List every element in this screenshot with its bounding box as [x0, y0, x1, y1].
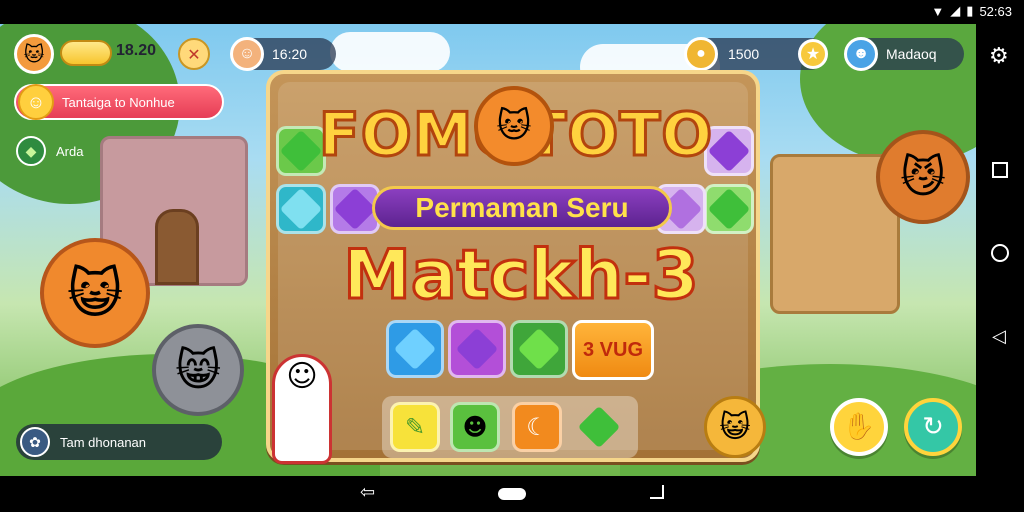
bottom-info-label: Tam dhonanan — [60, 434, 147, 450]
blue-gem-icon — [393, 327, 437, 371]
moon-icon: ☾ — [526, 413, 548, 441]
cloud — [330, 32, 450, 72]
gem-tile[interactable] — [704, 184, 754, 234]
gem-tile[interactable] — [386, 320, 444, 378]
swap-icon: ↻ — [922, 412, 944, 442]
hand-icon: ✋ — [842, 412, 876, 442]
player-score: 18.20 — [116, 42, 157, 59]
aside-item[interactable]: ◆ Arda — [16, 136, 83, 166]
swap-button[interactable]: ↻ — [904, 398, 962, 456]
booster-tile[interactable] — [574, 402, 624, 452]
cat-face-icon: 🐱 — [23, 42, 45, 66]
status-bar: ▼ ◢ ▮ 52:63 — [0, 0, 1024, 24]
booster-tile[interactable]: ☻ — [450, 402, 500, 452]
purple-gem-icon — [333, 187, 377, 231]
match3-badge: 3 VUG — [572, 320, 654, 380]
gem-icon: ◆ — [16, 136, 46, 166]
close-button[interactable]: ✕ — [178, 38, 210, 70]
smiley-icon: ☺ — [18, 84, 54, 120]
blue-gem-icon — [279, 187, 323, 231]
circle-icon[interactable] — [991, 244, 1009, 262]
square-icon[interactable] — [992, 162, 1008, 178]
leaf-icon: ✎ — [404, 413, 426, 441]
quest-banner[interactable]: ☺ Tantaiga to Nonhue — [14, 84, 224, 120]
booster-tile[interactable]: ✎ — [390, 402, 440, 452]
arrow-left-icon[interactable]: ⇦ — [360, 482, 375, 503]
profile-name: Madaoq — [886, 46, 937, 62]
green-gem-icon — [707, 187, 751, 231]
logo-subtitle: Permaman Seru — [372, 186, 672, 230]
green-gem-icon — [577, 405, 621, 449]
logo-match-text: Matckh-3 — [342, 235, 701, 317]
star-icon[interactable]: ★ — [798, 39, 828, 69]
status-icons: ▼ ◢ ▮ 52:63 — [931, 3, 1012, 19]
booster-tile[interactable]: ☾ — [512, 402, 562, 452]
coin-icon: ● — [684, 37, 718, 71]
energy-bar — [60, 40, 112, 66]
orange-cat-character: 😺 — [40, 238, 150, 348]
puzzle-icon: ✿ — [20, 427, 50, 457]
quest-label: Tantaiga to Nonhue — [62, 94, 175, 110]
close-icon: ✕ — [187, 44, 201, 64]
system-nav-right: ⚙ ◁ — [976, 24, 1024, 476]
hand-button[interactable]: ✋ — [830, 398, 888, 456]
logo-cat-icon: 🐱 — [474, 86, 554, 166]
timer-text: 16:20 — [272, 46, 308, 62]
purple-gem-icon — [455, 327, 499, 371]
coin-count: 1500 — [728, 46, 760, 62]
pill-icon[interactable] — [498, 488, 526, 500]
wifi-icon: ◢ — [950, 3, 961, 18]
coin-pill: ● 1500 ★ — [684, 37, 828, 71]
gem-tile[interactable] — [510, 320, 568, 378]
corner-icon[interactable] — [650, 485, 664, 499]
signal-icon: ▼ — [931, 3, 945, 19]
system-nav-bottom: ⇦ — [0, 476, 1024, 512]
kid-character: ☺ — [272, 354, 332, 464]
clock-avatar-icon: ☺ — [230, 37, 264, 71]
bottom-info-bar[interactable]: ✿ Tam dhonanan — [16, 424, 222, 460]
castle-door — [155, 209, 199, 285]
green-gem-icon — [517, 327, 561, 371]
gear-icon[interactable]: ⚙ — [989, 44, 1009, 69]
small-cat-character: 😺 — [704, 396, 766, 458]
frog-icon: ☻ — [462, 413, 488, 441]
profile-pill[interactable]: ☻ Madaoq — [844, 37, 964, 71]
profile-icon: ☻ — [844, 37, 878, 71]
jumping-cat-character: 😼 — [876, 130, 970, 224]
gem-tile[interactable] — [276, 184, 326, 234]
triangle-back-icon[interactable]: ◁ — [992, 326, 1006, 347]
timer-pill: ☺ 16:20 — [230, 37, 336, 71]
gem-tile[interactable] — [448, 320, 506, 378]
status-time: 52:63 — [979, 3, 1012, 19]
battery-icon: ▮ — [966, 3, 974, 18]
game-scene[interactable]: 🐱 18.20 ✕ ☺ 16:20 ● 1500 ★ ☻ Madaoq ☺ Ta… — [0, 24, 976, 476]
aside-label: Arda — [56, 143, 84, 159]
grey-cat-character: 😸 — [152, 324, 244, 416]
player-avatar[interactable]: 🐱 — [14, 34, 54, 74]
